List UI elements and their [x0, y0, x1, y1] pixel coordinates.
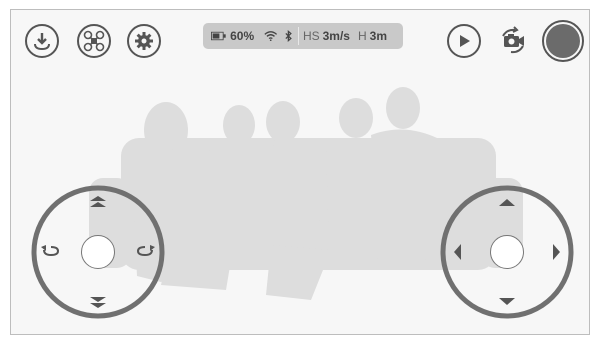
- play-button[interactable]: [447, 24, 481, 58]
- left-joystick-knob[interactable]: [81, 235, 115, 269]
- backward-arrow-icon[interactable]: [498, 297, 516, 307]
- status-bar: 60% HS 3m/s H 3m: [203, 23, 403, 49]
- camera-switch-icon: [502, 26, 524, 54]
- forward-arrow-icon[interactable]: [498, 197, 516, 207]
- rotate-left-icon[interactable]: [40, 243, 62, 259]
- takeoff-landing-button[interactable]: [25, 24, 59, 58]
- right-arrow-icon[interactable]: [552, 243, 562, 261]
- speed-value: 3m/s: [322, 29, 350, 43]
- settings-button[interactable]: [127, 24, 161, 58]
- takeoff-landing-icon: [34, 33, 50, 51]
- drone-mode-button[interactable]: [77, 24, 111, 58]
- status-divider: [298, 27, 299, 45]
- descend-double-down-icon[interactable]: [88, 294, 108, 310]
- ascend-double-up-icon[interactable]: [88, 194, 108, 210]
- bluetooth-icon: [284, 30, 292, 42]
- record-icon: [546, 24, 580, 58]
- height-label: H: [357, 29, 367, 43]
- left-arrow-icon[interactable]: [452, 243, 462, 261]
- drone-icon: [83, 30, 105, 52]
- camera-view: 60% HS 3m/s H 3m: [10, 9, 590, 335]
- right-joystick[interactable]: [439, 184, 575, 320]
- right-joystick-knob[interactable]: [490, 235, 524, 269]
- record-button[interactable]: [542, 20, 584, 62]
- gear-icon: [135, 32, 153, 50]
- battery-level: 60%: [230, 29, 255, 43]
- play-icon: [460, 35, 470, 47]
- battery-icon: [211, 31, 226, 41]
- wifi-icon: [264, 31, 278, 42]
- height-value: 3m: [369, 29, 387, 43]
- camera-switch-button[interactable]: [496, 24, 530, 58]
- rotate-right-icon[interactable]: [134, 243, 156, 259]
- speed-label: HS: [302, 29, 320, 43]
- left-joystick[interactable]: [30, 184, 166, 320]
